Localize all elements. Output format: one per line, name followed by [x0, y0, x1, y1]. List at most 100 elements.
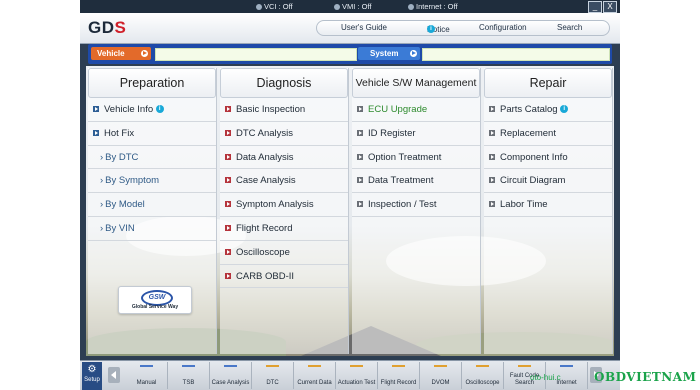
- preparation-menu: Vehicle Info i Hot Fix By DTC By Symptom…: [88, 98, 216, 241]
- menu-item-label: Component Info: [500, 151, 568, 163]
- configuration-link[interactable]: Configuration: [479, 23, 527, 32]
- menu-item-flight-record[interactable]: Flight Record: [220, 217, 348, 241]
- menu-item-ecu-upgrade[interactable]: ECU Upgrade: [352, 98, 480, 122]
- column-preparation: Preparation Vehicle Info i Hot Fix By DT…: [88, 68, 217, 354]
- tool-marker-icon: [392, 365, 405, 367]
- menu-item-circuit-diagram[interactable]: Circuit Diagram: [484, 169, 612, 194]
- notice-info-icon: i: [427, 25, 435, 33]
- menu-item-oscilloscope[interactable]: Oscilloscope: [220, 241, 348, 265]
- info-icon: i: [155, 105, 164, 114]
- vmi-status: VMI : Off: [334, 2, 371, 11]
- arrow-bullet-icon: [225, 106, 231, 112]
- menu-item-label: Parts Catalog i: [500, 104, 569, 115]
- menu-item-label: Data Analysis: [236, 151, 294, 163]
- search-link[interactable]: Search: [557, 23, 582, 32]
- menu-item-data-analysis[interactable]: Data Analysis: [220, 146, 348, 170]
- menu-item-label: By Symptom: [100, 175, 159, 186]
- arrow-bullet-icon: [357, 129, 363, 136]
- arrow-bullet-icon: [357, 106, 363, 112]
- column-diagnosis: Diagnosis Basic Inspection DTC Analysis …: [220, 68, 349, 354]
- column-title: Vehicle S/W Management: [352, 68, 480, 98]
- internet-status: Internet : Off: [408, 2, 458, 11]
- vehicle-button[interactable]: Vehicle: [91, 47, 151, 60]
- menu-item-inspection-test[interactable]: Inspection / Test: [352, 193, 480, 217]
- vehicle-arrow-icon: [141, 50, 148, 57]
- arrow-bullet-icon: [93, 129, 99, 136]
- vci-status-text: VCI : Off: [264, 2, 293, 11]
- gds-logo-accent: S: [114, 18, 127, 37]
- arrow-bullet-icon: [225, 129, 231, 136]
- menu-item-label: By DTC: [100, 152, 138, 163]
- arrow-bullet-icon: [225, 224, 231, 231]
- vehicle-field[interactable]: [155, 48, 357, 61]
- menu-item-data-treatment[interactable]: Data Treatment: [352, 169, 480, 194]
- tool-marker-icon: [308, 365, 321, 367]
- menu-item-carb-obd-ii[interactable]: CARB OBD-II: [220, 265, 348, 289]
- toolbar-scroll-left-button[interactable]: [108, 367, 120, 383]
- arrow-bullet-icon: [357, 201, 363, 208]
- gds-logo: GDS: [88, 18, 126, 38]
- menu-item-id-register[interactable]: ID Register: [352, 122, 480, 146]
- gear-icon: ⚙: [87, 364, 97, 375]
- menu-item-parts-catalog[interactable]: Parts Catalog i: [484, 98, 612, 122]
- column-title: Repair: [484, 68, 612, 98]
- minimize-button[interactable]: _: [588, 1, 602, 13]
- menu-item-dtc-analysis[interactable]: DTC Analysis: [220, 122, 348, 146]
- menu-item-label: By Model: [100, 199, 145, 210]
- tool-tsb[interactable]: TSB: [168, 362, 210, 389]
- internet-status-text: Internet : Off: [416, 2, 458, 11]
- system-arrow-icon: [410, 50, 417, 57]
- menu-item-basic-inspection[interactable]: Basic Inspection: [220, 98, 348, 122]
- menu-item-by-dtc[interactable]: By DTC: [88, 146, 216, 170]
- tool-flight-record[interactable]: Flight Record: [378, 362, 420, 389]
- setup-button[interactable]: ⚙ Setup: [82, 362, 102, 390]
- watermark-small-text: oto-hui.c: [530, 373, 561, 382]
- system-field[interactable]: [422, 48, 610, 61]
- menu-item-case-analysis[interactable]: Case Analysis: [220, 169, 348, 194]
- arrow-bullet-icon: [93, 106, 99, 112]
- column-title: Diagnosis: [220, 68, 348, 98]
- menu-item-text: Parts Catalog: [500, 104, 558, 115]
- system-button-label: System: [370, 49, 399, 58]
- tool-dvom[interactable]: DVOM: [420, 362, 462, 389]
- header: GDS User's Guide Notice i Configuration …: [80, 13, 620, 44]
- system-button[interactable]: System: [358, 47, 420, 60]
- menu-item-option-treatment[interactable]: Option Treatment: [352, 146, 480, 170]
- menu-item-label: Case Analysis: [236, 175, 296, 187]
- arrow-bullet-icon: [489, 201, 495, 208]
- menu-item-symptom-analysis[interactable]: Symptom Analysis: [220, 193, 348, 217]
- menu-item-label: Data Treatment: [368, 175, 434, 187]
- top-nav: User's Guide Notice i Configuration Sear…: [316, 20, 610, 36]
- tool-dtc[interactable]: DTC: [252, 362, 294, 389]
- tool-marker-icon: [266, 365, 279, 367]
- arrow-bullet-icon: [489, 153, 495, 160]
- menu-item-label: Flight Record: [236, 222, 293, 234]
- menu-item-vehicle-info[interactable]: Vehicle Info i: [88, 98, 216, 122]
- vmi-status-text: VMI : Off: [342, 2, 372, 11]
- column-repair: Repair Parts Catalog i Replacement Compo…: [484, 68, 613, 354]
- menu-item-labor-time[interactable]: Labor Time: [484, 193, 612, 217]
- tool-case-analysis[interactable]: Case Analysis: [210, 362, 252, 389]
- tool-label: Current Data: [297, 380, 332, 386]
- menu-item-component-info[interactable]: Component Info: [484, 146, 612, 170]
- close-button[interactable]: X: [603, 1, 617, 13]
- tool-label: Actuation Test: [337, 380, 376, 386]
- tool-oscilloscope[interactable]: Oscilloscope: [462, 362, 504, 389]
- arrow-bullet-icon: [225, 248, 231, 255]
- tool-manual[interactable]: Manual: [126, 362, 168, 389]
- tool-current-data[interactable]: Current Data: [294, 362, 336, 389]
- main-content: Preparation Vehicle Info i Hot Fix By DT…: [86, 66, 614, 356]
- menu-item-by-symptom[interactable]: By Symptom: [88, 169, 216, 194]
- users-guide-link[interactable]: User's Guide: [341, 23, 387, 32]
- tool-label: Oscilloscope: [465, 380, 500, 386]
- menu-item-label: Symptom Analysis: [236, 199, 314, 211]
- menu-item-by-model[interactable]: By Model: [88, 193, 216, 217]
- arrow-bullet-icon: [357, 177, 363, 184]
- menu-item-replacement[interactable]: Replacement: [484, 122, 612, 146]
- menu-item-by-vin[interactable]: By VIN: [88, 217, 216, 241]
- tool-actuation-test[interactable]: Actuation Test: [336, 362, 378, 389]
- menu-item-label: Oscilloscope: [236, 246, 290, 258]
- menu-item-label: Circuit Diagram: [500, 175, 566, 187]
- menu-item-hot-fix[interactable]: Hot Fix: [88, 122, 216, 146]
- arrow-bullet-icon: [489, 129, 495, 136]
